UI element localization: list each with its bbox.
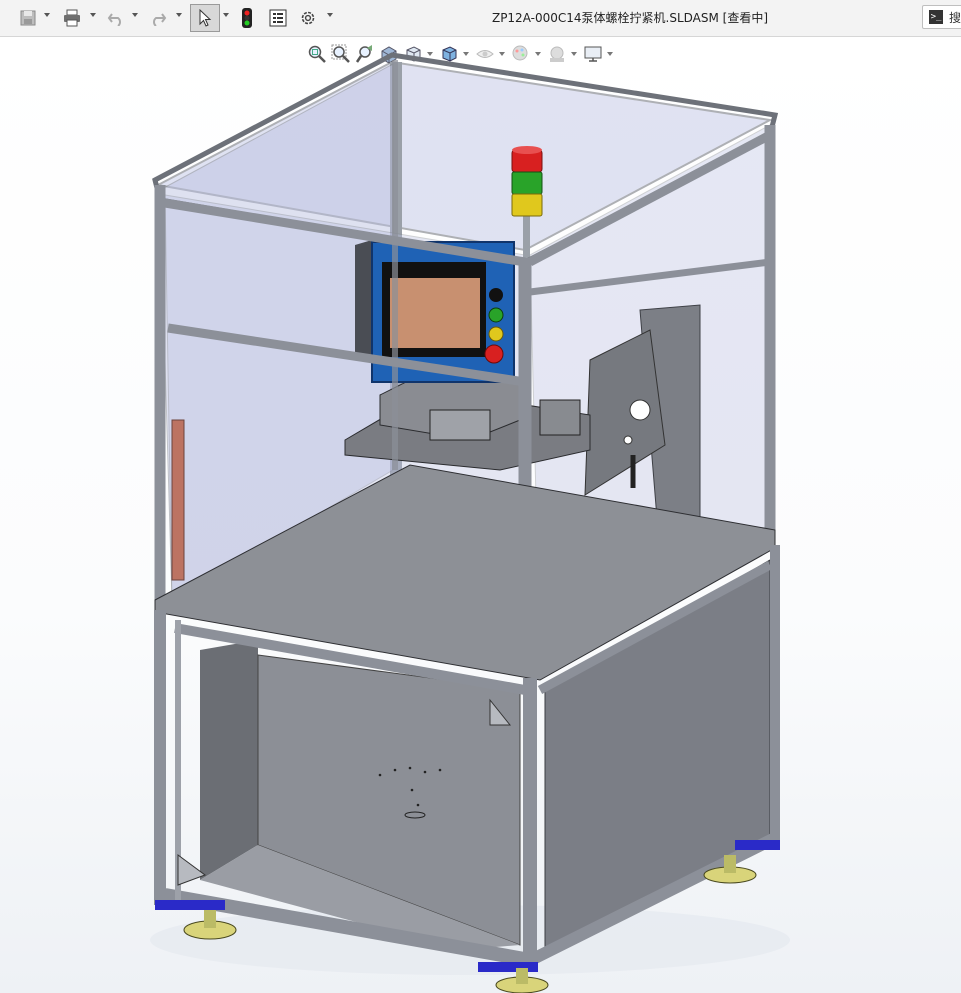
redo-button[interactable]: [146, 4, 170, 32]
select-dropdown-caret[interactable]: [223, 13, 229, 17]
assembly-model[interactable]: [0, 37, 961, 993]
undo-button[interactable]: [104, 4, 128, 32]
print-icon: [64, 9, 80, 27]
file-properties-icon: [269, 9, 287, 27]
search-label: 搜: [949, 10, 961, 25]
undo-icon: [107, 13, 121, 26]
save-button[interactable]: [16, 4, 40, 32]
rebuild-traffic-light-button[interactable]: [237, 4, 257, 32]
command-prompt-icon: >_: [929, 10, 943, 24]
print-dropdown-caret[interactable]: [90, 13, 96, 17]
search-commands-box[interactable]: >_ 搜: [922, 5, 961, 29]
select-button[interactable]: [190, 4, 220, 32]
undo-dropdown-caret[interactable]: [132, 13, 138, 17]
redo-icon: [153, 13, 167, 26]
file-properties-button[interactable]: [266, 4, 290, 32]
graphics-area[interactable]: [0, 37, 961, 993]
window-title: ZP12A-000C14泵体螺栓拧紧机.SLDASM [查看中]: [491, 11, 769, 25]
title-bar: ZP12A-000C14泵体螺栓拧紧机.SLDASM [查看中] >_ 搜: [0, 0, 961, 37]
options-gear-icon: [301, 11, 315, 25]
save-icon: [20, 10, 36, 26]
traffic-light-icon: [242, 8, 252, 28]
redo-dropdown-caret[interactable]: [176, 13, 182, 17]
print-button[interactable]: [60, 4, 84, 32]
save-dropdown-caret[interactable]: [44, 13, 50, 17]
options-button[interactable]: [296, 4, 320, 32]
options-dropdown-caret[interactable]: [327, 13, 333, 17]
select-pointer-icon: [199, 9, 212, 27]
